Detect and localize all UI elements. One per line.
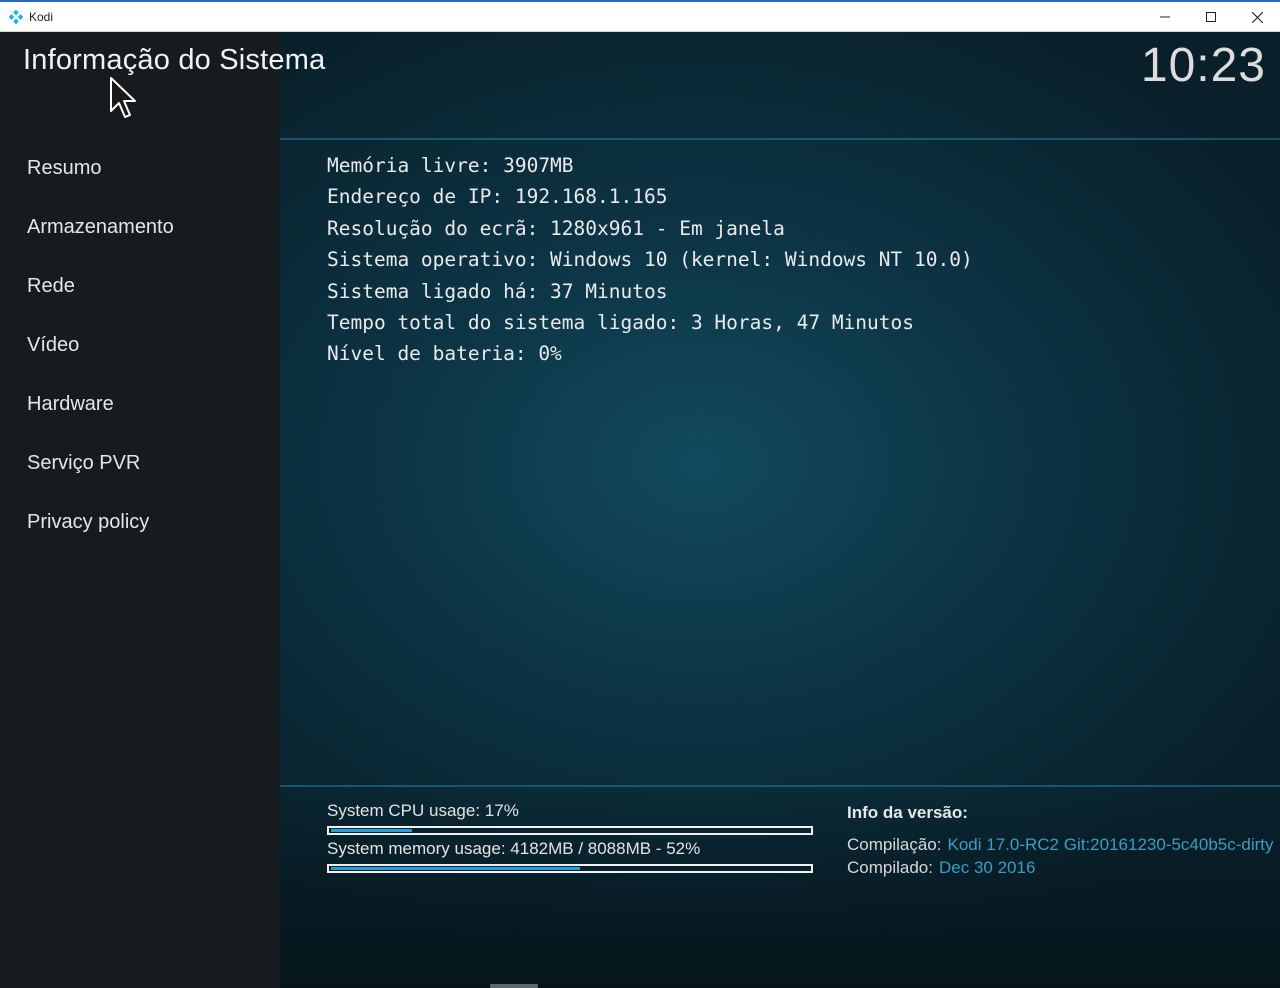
divider [280, 785, 1280, 787]
sidebar-item-armazenamento[interactable]: Armazenamento [0, 198, 280, 257]
minimize-icon [1160, 16, 1170, 18]
version-info-title: Info da versão: [847, 803, 968, 822]
info-ip-address: Endereço de IP: 192.168.1.165 [327, 185, 668, 209]
info-screen-resolution: Resolução do ecrã: 1280x961 - Em janela [327, 216, 785, 240]
version-compiled-row: Compilado: Dec 30 2016 [847, 858, 1035, 878]
version-build-row: Compilação: Kodi 17.0-RC2 Git:20161230-5c… [847, 835, 1274, 855]
kodi-logo-icon [9, 9, 23, 24]
sidebar-item-label: Armazenamento [27, 216, 174, 238]
info-operating-system: Sistema operativo: Windows 10 (kernel: W… [327, 248, 973, 272]
info-battery-level: Nível de bateria: 0% [327, 342, 562, 366]
page-title: Informação do Sistema [23, 44, 326, 76]
minimize-button[interactable] [1142, 2, 1188, 32]
memory-usage-label: System memory usage: 4182MB / 8088MB - 5… [327, 839, 701, 858]
info-uptime: Sistema ligado há: 37 Minutos [327, 279, 668, 303]
sidebar-item-video[interactable]: Vídeo [0, 316, 280, 375]
compiled-value: Dec 30 2016 [939, 858, 1036, 877]
clock: 10:23 [1140, 39, 1266, 92]
cpu-usage-bar [327, 826, 813, 835]
sidebar-item-label: Privacy policy [27, 511, 150, 533]
build-label: Compilação: [847, 835, 942, 854]
sidebar: Resumo Armazenamento Rede Vídeo Hardware… [0, 32, 280, 988]
sidebar-nav: Resumo Armazenamento Rede Vídeo Hardware… [0, 139, 280, 552]
window-title: Kodi [29, 9, 54, 24]
sidebar-item-label: Rede [27, 275, 75, 297]
info-total-uptime: Tempo total do sistema ligado: 3 Horas, … [327, 310, 914, 334]
sidebar-item-label: Hardware [27, 393, 114, 415]
sidebar-item-hardware[interactable]: Hardware [0, 375, 280, 434]
sidebar-item-label: Serviço PVR [27, 452, 141, 474]
close-icon [1251, 11, 1263, 23]
mouse-pointer-icon [110, 77, 136, 118]
close-button[interactable] [1234, 2, 1280, 32]
system-summary-list: Memória livre: 3907MB Endereço de IP: 19… [327, 150, 973, 370]
cpu-usage-fill [331, 829, 412, 832]
window-titlebar: Kodi [0, 0, 1280, 32]
window-controls [1142, 2, 1280, 32]
build-value: Kodi 17.0-RC2 Git:20161230-5c40b5c-dirty [947, 835, 1274, 854]
info-free-memory: Memória livre: 3907MB [327, 154, 574, 177]
scroll-indicator [490, 984, 538, 988]
maximize-icon [1206, 12, 1216, 22]
sidebar-item-resumo[interactable]: Resumo [0, 139, 280, 198]
compiled-label: Compilado: [847, 858, 933, 877]
sidebar-item-label: Vídeo [27, 334, 80, 356]
memory-usage-fill [331, 867, 580, 870]
kodi-main-area: Resumo Armazenamento Rede Vídeo Hardware… [0, 32, 1280, 988]
sidebar-item-servico-pvr[interactable]: Serviço PVR [0, 434, 280, 493]
sidebar-item-rede[interactable]: Rede [0, 257, 280, 316]
divider [280, 138, 1280, 140]
sidebar-item-privacy-policy[interactable]: Privacy policy [0, 493, 280, 552]
maximize-button[interactable] [1188, 2, 1234, 32]
memory-usage-bar [327, 864, 813, 873]
cpu-usage-label: System CPU usage: 17% [327, 801, 519, 820]
sidebar-item-label: Resumo [27, 157, 102, 179]
